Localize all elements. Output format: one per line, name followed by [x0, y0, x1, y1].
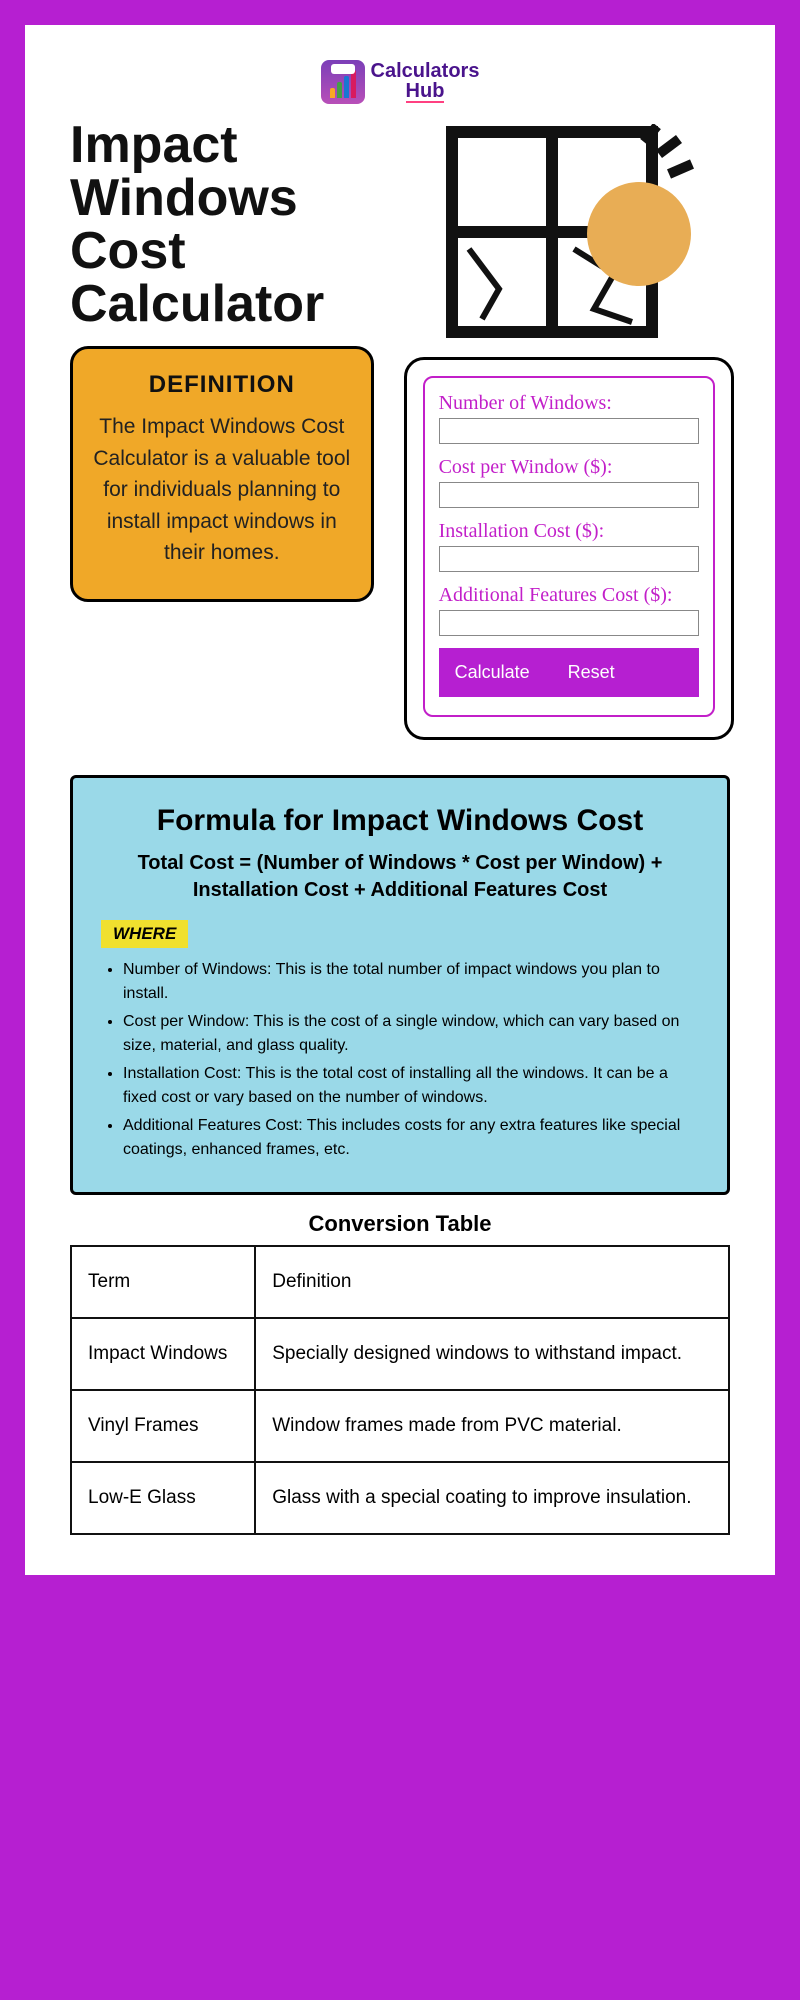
logo-text-1: Calculators	[371, 60, 480, 82]
broken-window-icon	[444, 124, 694, 349]
table-cell: Low-E Glass	[71, 1462, 255, 1534]
table-title: Conversion Table	[70, 1211, 730, 1237]
table-row: Term Definition	[71, 1246, 729, 1318]
table-cell: Definition	[255, 1246, 729, 1318]
table-row: Low-E Glass Glass with a special coating…	[71, 1462, 729, 1534]
where-item: Additional Features Cost: This includes …	[123, 1114, 699, 1162]
logo-text-2: Hub	[406, 81, 445, 103]
input-additional[interactable]	[439, 610, 699, 636]
where-item: Installation Cost: This is the total cos…	[123, 1062, 699, 1110]
calculate-button[interactable]: Calculate	[455, 662, 530, 683]
table-cell: Specially designed windows to withstand …	[255, 1318, 729, 1390]
definition-heading: DEFINITION	[91, 371, 353, 399]
formula-box: Formula for Impact Windows Cost Total Co…	[70, 775, 730, 1195]
calculator-panel: Number of Windows: Cost per Window ($): …	[404, 357, 734, 740]
where-item: Number of Windows: This is the total num…	[123, 958, 699, 1006]
where-tag: WHERE	[101, 920, 188, 948]
conversion-table: Term Definition Impact Windows Specially…	[70, 1245, 730, 1535]
where-item: Cost per Window: This is the cost of a s…	[123, 1010, 699, 1058]
table-cell: Term	[71, 1246, 255, 1318]
logo-icon	[321, 60, 365, 104]
definition-box: DEFINITION The Impact Windows Cost Calcu…	[70, 346, 374, 602]
site-logo: Calculators Hub	[70, 50, 730, 119]
where-list: Number of Windows: This is the total num…	[101, 958, 699, 1162]
input-cost-per-window[interactable]	[439, 482, 699, 508]
label-installation: Installation Cost ($):	[439, 520, 699, 543]
table-cell: Window frames made from PVC material.	[255, 1390, 729, 1462]
label-additional: Additional Features Cost ($):	[439, 584, 699, 607]
definition-body: The Impact Windows Cost Calculator is a …	[91, 411, 353, 569]
input-num-windows[interactable]	[439, 418, 699, 444]
table-cell: Vinyl Frames	[71, 1390, 255, 1462]
formula-equation: Total Cost = (Number of Windows * Cost p…	[101, 850, 699, 904]
label-num-windows: Number of Windows:	[439, 392, 699, 415]
label-cost-per-window: Cost per Window ($):	[439, 456, 699, 479]
reset-button[interactable]: Reset	[568, 662, 615, 683]
table-cell: Impact Windows	[71, 1318, 255, 1390]
table-row: Vinyl Frames Window frames made from PVC…	[71, 1390, 729, 1462]
formula-heading: Formula for Impact Windows Cost	[101, 802, 699, 840]
input-installation[interactable]	[439, 546, 699, 572]
table-cell: Glass with a special coating to improve …	[255, 1462, 729, 1534]
table-row: Impact Windows Specially designed window…	[71, 1318, 729, 1390]
page-title: Impact Windows Cost Calculator	[70, 119, 374, 331]
